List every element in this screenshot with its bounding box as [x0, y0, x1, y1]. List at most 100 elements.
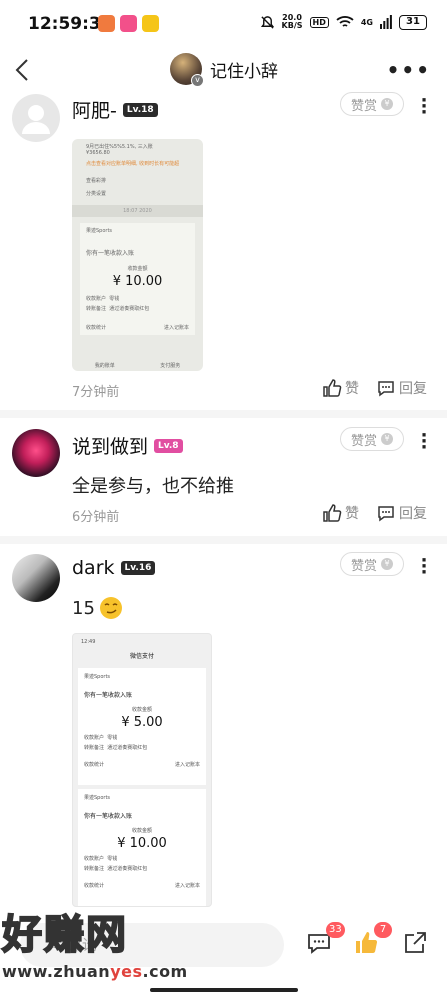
like-count-badge: 7: [374, 922, 392, 938]
image-row-key: 收款账户: [84, 856, 105, 862]
author-name[interactable]: 记住小辞: [210, 57, 278, 82]
comment-text: 15: [72, 596, 123, 620]
image-row: 收款账户 零钱: [84, 734, 200, 741]
reply-button[interactable]: 回复: [376, 378, 427, 398]
image-amount: ¥ 10.00: [112, 274, 163, 289]
image-row-value: 通过道奏赛取红包: [109, 306, 150, 312]
image-card: 果迹Sports 你有一笔收款入账 收款金额 ¥ 10.00 收款账户 零钱 转…: [78, 789, 206, 906]
level-badge: Lv.18: [122, 102, 158, 117]
status-bar: 12:59:38 20.0 KB/S HD 4G 31: [0, 0, 447, 48]
mute-bell-icon: [260, 15, 274, 29]
signal-label: 4G: [360, 17, 373, 27]
reward-label: 赞赏: [350, 98, 377, 114]
level-badge: Lv.8: [154, 438, 183, 453]
wifi-icon: [336, 16, 354, 27]
image-orange-line: 点击查看对应账单明细, 收到时长有可能超: [86, 161, 180, 167]
image-title-bar: 微信支付: [73, 647, 211, 664]
image-menu-item: 分类设置: [86, 191, 107, 197]
user-avatar[interactable]: [12, 429, 60, 477]
comment-more-button[interactable]: · · ·: [420, 92, 428, 122]
signal-icon: [380, 15, 392, 29]
default-avatar-icon: [22, 105, 50, 134]
comment-image[interactable]: 9月已出住%5%5.1%, 三入账 ¥3656.80 点击查看对应账单明细, 收…: [72, 139, 203, 371]
reward-button[interactable]: 赞赏 ¥: [340, 92, 404, 116]
level-badge: Lv.16: [120, 561, 156, 575]
top-nav: v 记住小辞 •••: [0, 48, 447, 94]
image-footer: 我的账单 支付服务: [72, 362, 203, 369]
image-amount-label: 收款金额: [131, 828, 152, 834]
reply-bubble-icon: [378, 506, 394, 522]
image-row: 转账备注 通过道奏赛取红包: [84, 744, 200, 751]
image-row-key: 转账备注: [86, 306, 107, 312]
like-button[interactable]: 赞: [322, 503, 359, 523]
reward-button[interactable]: 赞赏 ¥: [340, 427, 404, 451]
reward-button[interactable]: 赞赏 ¥: [340, 552, 404, 576]
reply-label: 回复: [399, 506, 427, 522]
hd-badge: HD: [309, 16, 329, 28]
divider: [0, 536, 447, 544]
home-indicator[interactable]: [150, 988, 298, 992]
image-amount-label: 收款金额: [127, 266, 148, 272]
comment-time: 7分钟前: [72, 385, 120, 400]
like-label: 赞: [345, 506, 359, 522]
image-row: 转账备注 通过道奏赛取红包: [84, 865, 200, 872]
image-row: 转账备注 通过道奏赛取红包: [86, 305, 189, 312]
username[interactable]: 阿肥- Lv.18: [72, 96, 158, 123]
net-speed: 20.0 KB/S: [282, 14, 303, 30]
chevron-left-icon: [15, 59, 28, 81]
image-stats: 收款统计: [86, 325, 107, 331]
image-amount-label: 收款金额: [131, 707, 152, 713]
reward-label: 赞赏: [350, 558, 377, 574]
back-button[interactable]: [10, 54, 40, 86]
image-stats-link: 进入记账本: [174, 762, 200, 768]
username[interactable]: dark Lv.16: [72, 557, 156, 579]
comment-input[interactable]: 写评论: [20, 923, 284, 967]
image-row-value: 零钱: [107, 856, 118, 862]
image-notice: 你有一笔收款入账: [84, 692, 133, 699]
comment-text-value: 15: [72, 597, 95, 619]
image-stats-row: 收款统计 进入记账本: [86, 324, 189, 331]
like-button[interactable]: 赞: [322, 378, 359, 398]
image-title: 微信支付: [129, 653, 154, 660]
image-row-value: 通过道奏赛取红包: [107, 866, 148, 872]
status-right: 20.0 KB/S HD 4G 31: [260, 14, 427, 30]
image-status-time: 12:49: [81, 639, 96, 645]
image-row: 收款账户 零钱: [84, 855, 200, 862]
image-line: ¥3656.80: [86, 150, 110, 156]
image-row-key: 收款账户: [84, 735, 105, 741]
image-stats-row: 收款统计 进入记账本: [84, 761, 200, 768]
smirk-emoji-icon: [99, 597, 122, 619]
username-text[interactable]: dark: [72, 557, 115, 579]
app-notification-icon: [142, 15, 159, 32]
image-row-value: 零钱: [107, 735, 118, 741]
image-row-value: 零钱: [109, 296, 120, 302]
image-row-value: 通过道奏赛取红包: [107, 745, 148, 751]
image-divider-time: 18:07 2020: [72, 205, 203, 217]
image-merchant: 果迹Sports: [84, 795, 111, 801]
comment-time: 6分钟前: [72, 510, 120, 525]
image-stats: 收款统计: [84, 762, 105, 768]
user-avatar[interactable]: [12, 554, 60, 602]
username[interactable]: 说到做到 Lv.8: [72, 432, 183, 459]
image-line: 9月已出住%5%5.1%, 三入账: [86, 144, 153, 150]
author-info[interactable]: v 记住小辞: [170, 53, 278, 87]
image-merchant: 果迹Sports: [86, 228, 113, 234]
reward-label: 赞赏: [350, 433, 377, 449]
comment-more-button[interactable]: · · ·: [420, 427, 428, 457]
net-speed-unit: KB/S: [281, 21, 303, 30]
user-avatar[interactable]: [12, 94, 60, 142]
more-options-button[interactable]: •••: [387, 58, 431, 82]
reply-button[interactable]: 回复: [376, 503, 427, 523]
image-row-key: 收款账户: [86, 296, 107, 302]
username-text[interactable]: 说到做到: [72, 432, 148, 459]
image-stats-row: 收款统计 进入记账本: [84, 882, 200, 889]
share-button[interactable]: [402, 930, 428, 956]
author-avatar[interactable]: v: [170, 53, 204, 87]
coin-icon: ¥: [381, 98, 393, 110]
thumbs-up-icon: [323, 504, 342, 522]
image-stats-link: 进入记账本: [174, 883, 200, 889]
comment-image[interactable]: 12:49 微信支付 果迹Sports 你有一笔收款入账 收款金额 ¥ 5.00…: [72, 633, 212, 907]
username-text[interactable]: 阿肥-: [72, 96, 117, 123]
comment-more-button[interactable]: · · ·: [420, 552, 428, 582]
image-menu-item: 查看彩排: [86, 178, 107, 184]
